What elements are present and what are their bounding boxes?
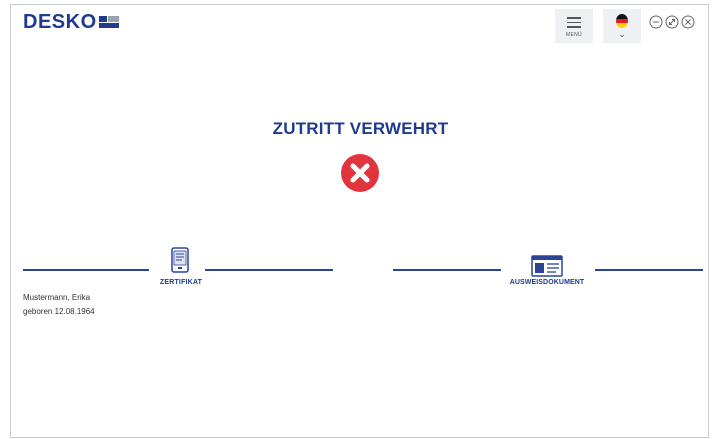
menu-button[interactable]: MENÜ [555,9,593,43]
app-window: DESKO MENÜ ⌄ ZUTRITT VERWEHRT ZERTIFIKAT [10,4,709,438]
window-controls [649,15,695,29]
divider-line [595,269,703,271]
divider-line [205,269,333,271]
menu-label: MENÜ [566,31,582,38]
person-name: Mustermann, Erika [23,293,91,302]
logo-mark-icon [98,15,119,28]
minimize-icon[interactable] [649,15,663,29]
logo-text: DESKO [23,11,97,33]
certificate-label: ZERTIFIKAT [159,279,203,286]
person-birth: geboren 12.08.1964 [23,307,95,316]
id-document-label: AUSWEISDOKUMENT [509,279,585,286]
person-info: Mustermann, Erika geboren 12.08.1964 [23,291,95,319]
german-flag-icon [616,14,628,28]
desko-logo: DESKO [23,11,119,34]
divider-line [393,269,501,271]
language-selector[interactable]: ⌄ [603,9,641,43]
maximize-icon[interactable] [665,15,679,29]
close-icon[interactable] [681,15,695,29]
divider-line [23,269,149,271]
id-document-icon [531,255,563,277]
status-title: ZUTRITT VERWEHRT [272,119,449,138]
hamburger-icon [567,14,581,31]
denied-x-icon [341,154,379,192]
certificate-icon [171,247,189,273]
chevron-down-icon: ⌄ [618,29,626,39]
